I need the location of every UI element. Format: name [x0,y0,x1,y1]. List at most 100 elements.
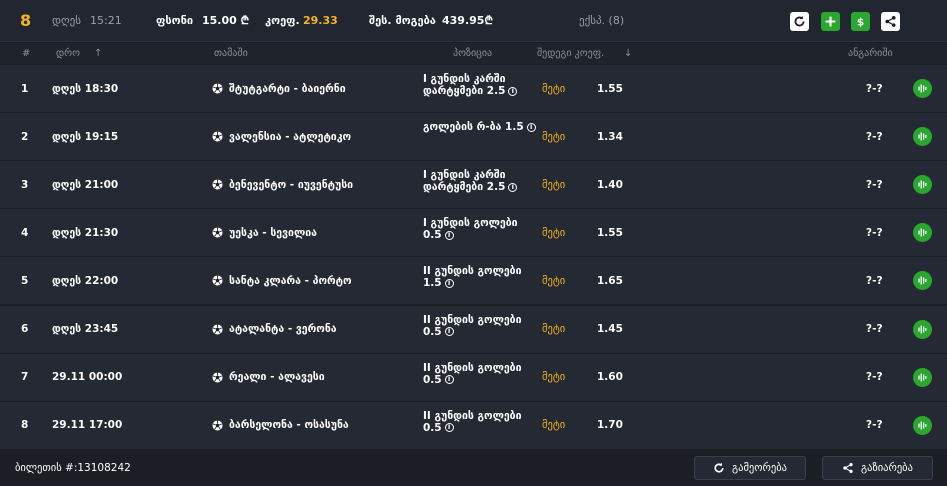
current-time: 15:21 [90,14,122,27]
row-game[interactable]: ბენევენტო - იუვენტუსი [212,161,353,208]
position-text: II გუნდის გოლები 1.5 [423,265,522,290]
soccer-ball-icon [212,275,223,286]
row-pick: მეტი [542,82,566,95]
row-num: 4 [21,226,29,239]
row-time: დღეს 21:00 [52,178,119,191]
coef-label: კოეფ. [265,14,300,27]
soccer-ball-icon [212,131,223,142]
row-game[interactable]: ბარსელონა - ოსასუნა [212,402,349,449]
row-coef: 1.55 [597,82,623,95]
row-score: ?-? [866,226,883,239]
row-position: II გუნდის გოლები 0.5 i [423,362,538,386]
statistics-button[interactable] [913,79,932,98]
header-time[interactable]: დრო [56,43,80,64]
table-row: 6 დღეს 23:45 ატალანტა - ვერონა II გუნდის… [0,305,947,354]
position-text: II გუნდის გოლები 0.5 [423,361,522,386]
row-game[interactable]: ვალენსია - ატლეტიკო [212,113,351,160]
date-label: დღეს [52,14,81,27]
statistics-icon [918,180,927,189]
repeat-label: გამეორება [732,462,787,474]
statistics-button[interactable] [913,175,932,195]
sort-up-icon[interactable]: ↑ [94,43,102,64]
row-game[interactable]: შტუტგარტი - ბაიერნი [212,65,346,112]
statistics-icon [918,276,927,285]
header-position: პოზიცია [453,48,493,59]
row-score: ?-? [866,323,883,335]
express-label: ექსპ. (8) [579,14,625,27]
cashout-button[interactable]: $ [851,12,870,31]
row-time: 29.11 00:00 [52,371,123,384]
soccer-ball-icon [212,420,223,431]
row-num: 3 [21,178,29,191]
row-game[interactable]: რეალი - ალავესი [212,354,325,401]
row-game[interactable]: ატალანტა - ვერონა [212,306,337,353]
win-label: შეს. მოგება [369,14,436,27]
statistics-button[interactable] [913,415,932,435]
dollar-icon: $ [857,17,864,28]
game-name: ბარსელონა - ოსასუნა [229,419,349,432]
statistics-button[interactable] [913,127,932,147]
row-coef: 1.70 [597,419,623,432]
repeat-button[interactable]: გამეორება [694,456,806,480]
info-icon[interactable]: i [444,375,454,385]
position-text: I გუნდის კარში დარტყმები 2.5 [423,73,506,97]
statistics-button[interactable] [913,367,932,387]
info-icon[interactable]: i [444,327,454,336]
statistics-icon [918,84,927,93]
row-time: დღეს 21:30 [52,226,119,239]
statistics-button[interactable] [913,223,932,243]
add-button[interactable] [821,12,840,31]
game-name: ბენევენტო - იუვენტუსი [229,178,354,191]
row-score: ?-? [866,419,883,432]
row-game[interactable]: სანტა კლარა - პორტო [212,257,352,304]
position-text: II გუნდის გოლები 0.5 [423,313,522,338]
header-coef[interactable]: შედეგი კოეფ. [537,43,604,64]
info-icon[interactable]: i [526,122,536,132]
svg-text:$: $ [857,17,864,28]
row-num: 2 [21,130,29,143]
statistics-icon [918,132,927,141]
share-button[interactable]: გაზიარება [822,456,933,480]
row-coef: 1.45 [597,323,623,335]
position-text: გოლების რ-ბა 1.5 [423,121,524,134]
position-text: I გუნდის კარში დარტყმები 2.5 [423,169,506,194]
row-time: დღეს 19:15 [52,130,119,143]
statistics-icon [918,325,927,333]
row-num: 1 [21,82,29,95]
row-num: 5 [21,274,29,287]
share-label: გაზიარება [861,462,913,474]
soccer-ball-icon [212,83,223,94]
row-position: II გუნდის გოლები 1.5 i [423,265,538,289]
row-game[interactable]: უესკა - სევილია [212,209,317,256]
statistics-button[interactable] [913,271,932,291]
info-icon[interactable]: i [508,86,518,96]
share-icon [843,462,853,474]
statistics-icon [918,228,927,237]
info-icon[interactable]: i [444,230,454,240]
table-header: # დრო ↑ თამაში პოზიცია შედეგი კოეფ. ↓ ან… [0,43,947,64]
repeat-icon [714,462,724,473]
row-num: 7 [21,371,29,384]
statistics-button[interactable] [913,319,932,339]
row-score: ?-? [866,178,883,191]
game-name: ვალენსია - ატლეტიკო [229,130,352,143]
brand-icon: 8 [20,11,32,30]
row-pick: მეტი [542,274,566,287]
info-icon[interactable]: i [444,423,454,433]
row-coef: 1.40 [597,178,623,191]
stake-label: ფსონი [156,14,194,27]
refresh-button[interactable] [790,12,809,31]
sort-down-icon[interactable]: ↓ [624,43,632,64]
info-icon[interactable]: i [444,278,454,288]
soccer-ball-icon [212,227,223,238]
header-score: ანგარიში [848,48,893,59]
info-icon[interactable]: i [508,182,518,192]
share-top-button[interactable] [881,12,900,31]
ticket-footer: ბილეთის #:13108242 გამეორება გაზიარება [0,450,947,486]
statistics-icon [918,421,927,430]
row-pick: მეტი [542,178,566,191]
game-name: ატალანტა - ვერონა [229,323,337,335]
row-coef: 1.65 [597,274,623,287]
row-time: დღეს 22:00 [52,274,119,287]
row-position: I გუნდის გოლები 0.5 i [423,217,538,241]
